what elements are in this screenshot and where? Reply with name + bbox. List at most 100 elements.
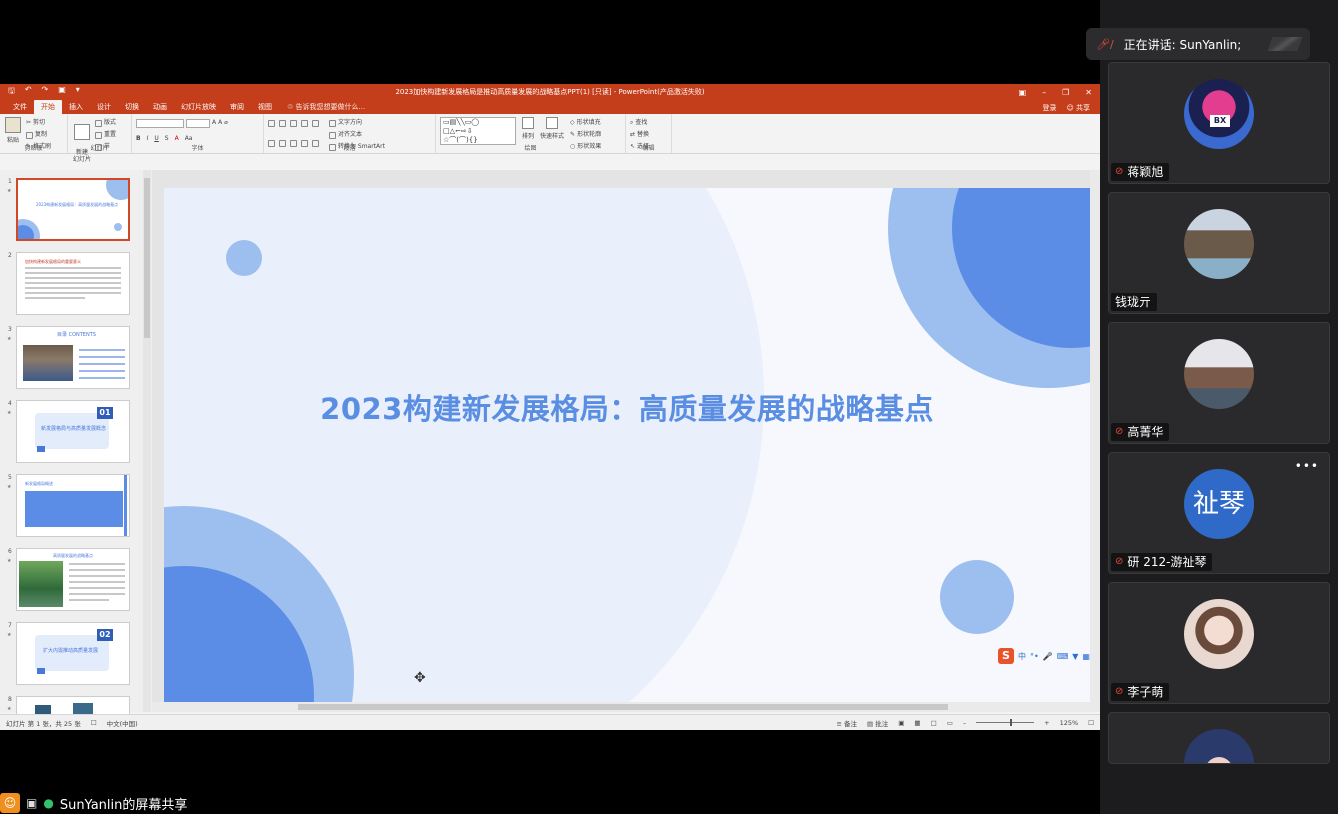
- comments-button[interactable]: ▤ 批注: [867, 718, 888, 728]
- start-from-beginning-icon[interactable]: ▣: [58, 85, 66, 99]
- customize-toolbar-icon[interactable]: ▾: [76, 85, 80, 99]
- participant-tile[interactable]: ••• 祉琴 ⊘ 研 212-游祉琴: [1108, 452, 1330, 574]
- thumb-text-line: [69, 575, 125, 577]
- participant-tile[interactable]: BX ⊘ 蒋颖旭: [1108, 62, 1330, 184]
- tab-home[interactable]: 开始: [34, 100, 62, 114]
- font-size-field[interactable]: [186, 118, 210, 128]
- screen-icon[interactable]: ▣: [26, 796, 37, 810]
- tab-view[interactable]: 视图: [251, 100, 279, 114]
- active-speaker-label: 正在讲话: SunYanlin;: [1123, 37, 1242, 52]
- scroll-thumb[interactable]: [144, 178, 150, 338]
- tab-transitions[interactable]: 切换: [118, 100, 146, 114]
- slideshow-icon[interactable]: ▭: [947, 719, 953, 727]
- thumb-image: [19, 561, 63, 607]
- layout-button[interactable]: 版式: [95, 117, 116, 129]
- share-label: 共享: [1076, 104, 1090, 112]
- redo-icon[interactable]: ↷: [42, 85, 49, 99]
- animation-star-icon: ★: [7, 188, 12, 194]
- line-spacing-icon[interactable]: [312, 119, 319, 127]
- microphone-icon: 🎤: [1042, 651, 1053, 661]
- arrange-icon: [522, 117, 534, 129]
- tab-design[interactable]: 设计: [90, 100, 118, 114]
- increase-indent-icon[interactable]: [301, 119, 308, 127]
- more-options-icon[interactable]: •••: [1295, 459, 1319, 473]
- undo-icon[interactable]: ↶: [25, 85, 32, 99]
- tab-review[interactable]: 审阅: [223, 100, 251, 114]
- new-slide-button[interactable]: 新建 幻灯片: [72, 117, 92, 163]
- replace-button[interactable]: ⇄ 替换: [630, 129, 667, 141]
- copy-button[interactable]: 复制: [26, 129, 51, 141]
- notes-button[interactable]: ≡ 备注: [837, 718, 858, 728]
- zoom-level[interactable]: 125%: [1060, 719, 1079, 727]
- fit-slide-icon[interactable]: ☐: [1088, 719, 1094, 727]
- tab-insert[interactable]: 插入: [62, 100, 90, 114]
- find-button[interactable]: ⌕ 查找: [630, 117, 667, 129]
- person-icon: ☺: [1066, 104, 1074, 112]
- shape-fill-button[interactable]: ◇ 形状填充: [570, 117, 601, 129]
- scroll-thumb[interactable]: [298, 704, 948, 710]
- font-name-field[interactable]: [136, 118, 184, 128]
- editor-vertical-scrollbar[interactable]: [1090, 170, 1100, 712]
- tab-slideshow[interactable]: 幻灯片放映: [174, 100, 223, 114]
- thumbnails-scrollbar[interactable]: [143, 170, 151, 712]
- thumbnail-slide-6[interactable]: 高质量发展的战略基点: [16, 548, 130, 611]
- participant-tile[interactable]: ⊘ 高菁华: [1108, 322, 1330, 444]
- thumbnail-slide-5[interactable]: 新发展格局概述: [16, 474, 130, 537]
- clipboard-group-label: 剪贴板: [24, 145, 43, 152]
- powerpoint-window: 🖫 ↶ ↷ ▣ ▾ 2023加快构建新发展格局是推动高质量发展的战略基点PPT(…: [0, 84, 1100, 730]
- save-icon[interactable]: 🖫: [8, 85, 15, 99]
- reset-button[interactable]: 重置: [95, 129, 116, 141]
- thumbnail-slide-1[interactable]: 2023构建新发展格局：高质量发展的战略基点: [16, 178, 130, 241]
- user-icon[interactable]: ☺: [0, 793, 20, 813]
- thumbnail-badge: 01: [97, 407, 113, 419]
- shape-outline-button[interactable]: ✎ 形状轮廓: [570, 129, 601, 141]
- participant-tile[interactable]: 钱珑亓: [1108, 192, 1330, 314]
- shapes-gallery[interactable]: ▭▤╲╲▭◯ □△⌐⇨⇩ ☆⌒(⌒){}: [440, 117, 516, 145]
- tell-me-search[interactable]: ♲ 告诉我您想要做什么...: [279, 100, 373, 114]
- thumbnail-slide-7[interactable]: 02 扩大内需推动高质量发展: [16, 622, 130, 685]
- current-slide[interactable]: 2023构建新发展格局：高质量发展的战略基点: [164, 188, 1090, 710]
- close-icon[interactable]: ✕: [1085, 88, 1092, 97]
- zoom-out-icon[interactable]: –: [963, 719, 966, 727]
- group-paragraph: 文字方向 对齐文本 转换为 SmartArt 段落: [264, 114, 436, 153]
- bullets-icon[interactable]: [268, 119, 275, 127]
- ime-toolbar[interactable]: S 中 °• 🎤 ⌨ ▼ ▦: [998, 648, 1098, 664]
- grow-font-button[interactable]: A: [212, 117, 216, 129]
- quick-styles-label: 快速样式: [540, 133, 565, 140]
- group-font: A A ⌀ B I U S A Aa 字体: [132, 114, 264, 153]
- spellcheck-icon[interactable]: ☐: [91, 719, 97, 727]
- tab-file[interactable]: 文件: [6, 100, 34, 114]
- slide-sorter-icon[interactable]: ▦: [914, 719, 920, 727]
- thumbnail-slide-8[interactable]: [16, 696, 130, 716]
- text-direction-button[interactable]: 文字方向: [329, 117, 385, 129]
- ribbon-display-icon[interactable]: ▣: [1019, 88, 1027, 97]
- thumb-text-line: [69, 587, 125, 589]
- decrease-indent-icon[interactable]: [290, 119, 297, 127]
- thumbnail-slide-4[interactable]: 01 新发展格局与高质量发展概念: [16, 400, 130, 463]
- restore-icon[interactable]: ❐: [1062, 88, 1069, 97]
- thumbnail-slide-3[interactable]: 目录 CONTENTS: [16, 326, 130, 389]
- slide-title[interactable]: 2023构建新发展格局：高质量发展的战略基点: [164, 386, 1090, 428]
- participant-tile[interactable]: [1108, 712, 1330, 764]
- clear-format-icon[interactable]: ⌀: [224, 117, 228, 129]
- participant-name: 蒋颖旭: [1127, 165, 1164, 179]
- microphone-icon[interactable]: ●: [43, 796, 53, 810]
- editor-horizontal-scrollbar[interactable]: [152, 702, 1090, 712]
- align-text-button[interactable]: 对齐文本: [329, 129, 385, 141]
- zoom-slider[interactable]: [976, 719, 1035, 726]
- participant-tile[interactable]: ⊘ 李子萌: [1108, 582, 1330, 704]
- keyboard-icon: ⌨: [1056, 651, 1069, 661]
- reading-view-icon[interactable]: □: [931, 719, 937, 727]
- shrink-font-button[interactable]: A: [218, 117, 222, 129]
- language-indicator[interactable]: 中文(中国): [107, 718, 138, 728]
- cut-button[interactable]: ✂ 剪切: [26, 117, 51, 129]
- login-button[interactable]: 登录: [1042, 102, 1056, 114]
- normal-view-icon[interactable]: ▣: [898, 719, 904, 727]
- numbering-icon[interactable]: [279, 119, 286, 127]
- tab-animations[interactable]: 动画: [146, 100, 174, 114]
- minimize-icon[interactable]: –: [1042, 88, 1046, 97]
- thumb-text-line: [25, 292, 121, 294]
- zoom-in-icon[interactable]: +: [1044, 719, 1049, 727]
- share-button[interactable]: ☺ 共享: [1066, 102, 1090, 114]
- thumbnail-slide-2[interactable]: 加快构建新发展格局的重要意义: [16, 252, 130, 315]
